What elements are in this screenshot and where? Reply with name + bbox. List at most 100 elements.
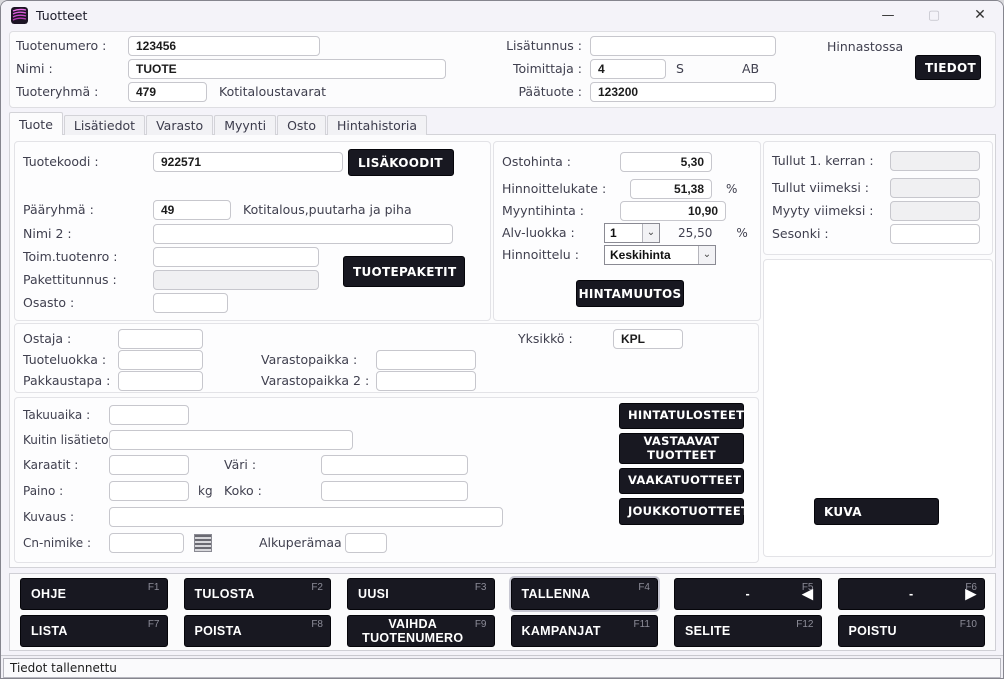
tuotekoodi-input[interactable] [153,152,343,172]
fkey-label: F9 [475,619,487,631]
tallenna-button[interactable]: TALLENNA F4 [511,578,659,610]
lisatunnus-input[interactable] [590,36,776,56]
tab-myynti[interactable]: Myynti [214,115,276,135]
chevron-down-icon: ⌄ [698,246,715,264]
poistu-button[interactable]: POISTU F10 [838,615,986,647]
fkey-label: F8 [311,619,323,631]
cnnimike-input[interactable] [109,533,184,553]
alvluokka-select[interactable]: 1 ⌄ [604,223,660,243]
toimtuotenro-input[interactable] [153,247,319,267]
tab-page-tuote: Tuotekoodi : LISÄKOODIT Pääryhmä : Kotit… [9,134,996,568]
group-history: Tullut 1. kerran : Tullut viimeksi : Myy… [763,141,993,255]
fkey-label: F3 [475,582,487,594]
vaakatuotteet-button[interactable]: VAAKATUOTTEET [619,468,744,494]
tuoteluokka-label: Tuoteluokka : [23,352,118,367]
tulosta-label: TULOSTA [195,587,255,601]
tab-hintahistoria[interactable]: Hintahistoria [327,115,427,135]
pakettitunnus-input [153,270,319,290]
alkuperamaa-label: Alkuperämaa : [259,535,350,550]
previous-product-button[interactable]: - ◀ F5 [674,578,822,610]
toimittaja-input[interactable] [590,59,666,79]
function-button-panel: OHJE F1 TULOSTA F2 UUSI F3 TALLENNA F4 -… [9,573,996,651]
takuuaika-input[interactable] [109,405,189,425]
myyntihinta-label: Myyntihinta : [502,203,614,218]
tullut1-label: Tullut 1. kerran : [772,153,890,168]
nimi2-label: Nimi 2 : [23,226,153,241]
myyntihinta-input[interactable] [620,201,726,221]
toimittaja-name-start: S [676,61,684,76]
tab-osto[interactable]: Osto [277,115,326,135]
kuvaus-input[interactable] [109,507,503,527]
osasto-input[interactable] [153,293,228,313]
kampanjat-button[interactable]: KAMPANJAT F11 [511,615,659,647]
paatuote-input[interactable] [590,82,776,102]
selite-button[interactable]: SELITE F12 [674,615,822,647]
poista-button[interactable]: POISTA F8 [184,615,332,647]
vaihda-tuotenumero-label: VAIHDA TUOTENUMERO [358,617,468,646]
next-product-button[interactable]: - ▶ F6 [838,578,986,610]
fkey-label: F6 [965,582,977,594]
lisakoodit-button[interactable]: LISÄKOODIT [348,149,454,176]
osasto-label: Osasto : [23,295,153,310]
ohje-button[interactable]: OHJE F1 [20,578,168,610]
maximize-icon[interactable]: ▢ [911,1,957,29]
vaihda-tuotenumero-button[interactable]: VAIHDA TUOTENUMERO F9 [347,615,495,647]
tab-lisatiedot[interactable]: Lisätiedot [64,115,145,135]
hinnoittelu-select[interactable]: Keskihinta ⌄ [604,245,716,265]
tabstrip: Tuote Lisätiedot Varasto Myynti Osto Hin… [9,112,428,135]
cn-lookup-icon[interactable] [194,534,212,552]
tab-varasto[interactable]: Varasto [146,115,213,135]
tuoteryhma-desc: Kotitaloustavarat [219,84,326,99]
sesonki-input[interactable] [890,224,980,244]
close-icon[interactable]: ✕ [957,1,1003,29]
nimi2-input[interactable] [153,224,453,244]
nimi-label: Nimi : [16,61,128,76]
nimi-input[interactable] [128,59,446,79]
tulosta-button[interactable]: TULOSTA F2 [184,578,332,610]
paaryhma-input[interactable] [153,200,231,220]
selite-label: SELITE [685,624,731,638]
kuvaus-label: Kuvaus : [23,510,109,524]
yksikko-input[interactable] [613,329,683,349]
koko-input[interactable] [321,481,468,501]
status-message: Tiedot tallennettu [3,658,1001,678]
varastopaikka2-input[interactable] [376,371,476,391]
paaryhma-desc: Kotitalous,puutarha ja piha [243,202,412,217]
pakkaustapa-input[interactable] [118,371,203,391]
uusi-button[interactable]: UUSI F3 [347,578,495,610]
fkey-label: F12 [796,619,813,631]
tullutviimeksi-input [890,178,980,198]
hintatulosteet-button[interactable]: HINTATULOSTEET [619,403,744,429]
lista-button[interactable]: LISTA F7 [20,615,168,647]
ostohinta-input[interactable] [620,152,712,172]
vastaavat-tuotteet-button[interactable]: VASTAAVAT TUOTTEET [619,433,744,464]
toimittaja-name-end: AB [742,61,759,76]
fkey-label: F7 [148,619,160,631]
cnnimike-label: Cn-nimike : [23,536,109,550]
tuoteryhma-input[interactable] [128,82,207,102]
hinnoittelukate-input[interactable] [630,179,712,199]
tuotepaketit-button[interactable]: TUOTEPAKETIT [343,256,465,287]
koko-label: Koko : [224,483,262,498]
joukkotuotteet-button[interactable]: JOUKKOTUOTTEET [619,498,744,525]
lista-label: LISTA [31,624,68,638]
kuitinlisatieto-input[interactable] [109,430,353,450]
paino-input[interactable] [109,481,189,501]
tab-tuote[interactable]: Tuote [9,112,63,135]
kuva-button[interactable]: KUVA [814,498,939,525]
vari-input[interactable] [321,455,468,475]
ostaja-input[interactable] [118,329,203,349]
app-logo-icon [11,7,28,24]
hintamuutos-button[interactable]: HINTAMUUTOS [576,280,684,307]
varastopaikka-input[interactable] [376,350,476,370]
karaatit-input[interactable] [109,455,189,475]
tiedot-button[interactable]: TIEDOT [915,55,981,80]
product-image-panel: KUVA [763,259,993,557]
alv-unit: % [736,226,747,240]
tuoteluokka-input[interactable] [118,350,203,370]
alkuperamaa-input[interactable] [345,533,387,553]
minimize-icon[interactable]: — [865,1,911,29]
fkey-label: F5 [802,582,814,594]
tuotenumero-input[interactable] [128,36,320,56]
fkey-label: F10 [960,619,977,631]
